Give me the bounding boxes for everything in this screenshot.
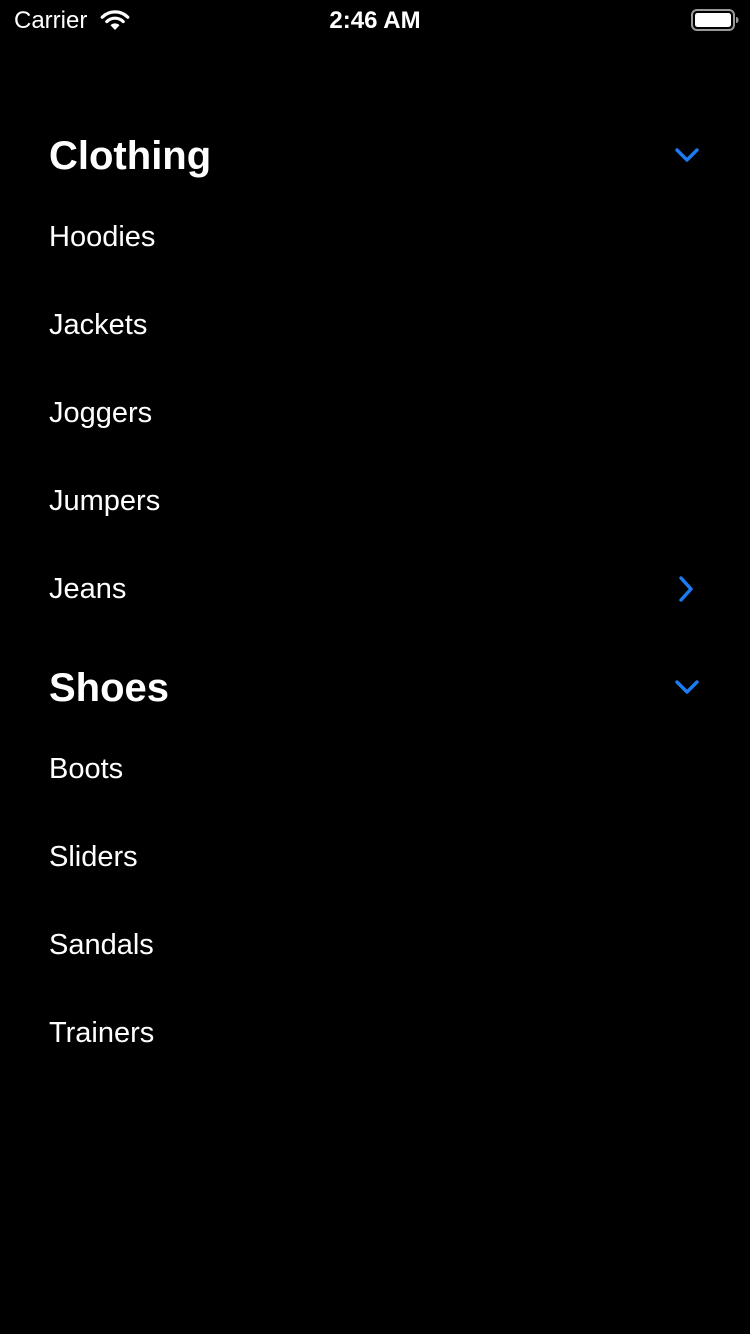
chevron-down-icon[interactable] [673, 144, 701, 166]
list-item-label: Jeans [49, 573, 127, 605]
chevron-right-icon[interactable] [676, 574, 696, 604]
list-item-label: Sandals [49, 929, 154, 961]
chevron-down-icon[interactable] [673, 676, 701, 698]
list-item-label: Sliders [49, 841, 138, 873]
list-item-jumpers[interactable]: Jumpers [0, 464, 750, 552]
status-bar: Carrier 2:46 AM [0, 0, 750, 40]
list-item-label: Hoodies [49, 221, 156, 253]
battery-icon [691, 9, 739, 31]
list-item-joggers[interactable]: Joggers [0, 376, 750, 464]
list-item-boots[interactable]: Boots [0, 732, 750, 820]
section-title: Clothing [49, 134, 212, 178]
list-item-jeans[interactable]: Jeans [0, 552, 750, 640]
section-title: Shoes [49, 666, 170, 710]
list-item-label: Trainers [49, 1017, 155, 1049]
list-item-hoodies[interactable]: Hoodies [0, 200, 750, 288]
list-item-label: Joggers [49, 397, 153, 429]
category-list: Clothing Hoodies Jackets Joggers Jumpers… [0, 112, 750, 1084]
list-item-label: Jackets [49, 309, 148, 341]
list-item-jackets[interactable]: Jackets [0, 288, 750, 376]
status-time: 2:46 AM [329, 7, 421, 34]
section-header-shoes[interactable]: Shoes [0, 644, 750, 732]
list-item-label: Boots [49, 753, 124, 785]
list-item-sandals[interactable]: Sandals [0, 908, 750, 996]
list-item-trainers[interactable]: Trainers [0, 996, 750, 1084]
list-item-label: Jumpers [49, 485, 161, 517]
section-header-clothing[interactable]: Clothing [0, 112, 750, 200]
list-item-sliders[interactable]: Sliders [0, 820, 750, 908]
